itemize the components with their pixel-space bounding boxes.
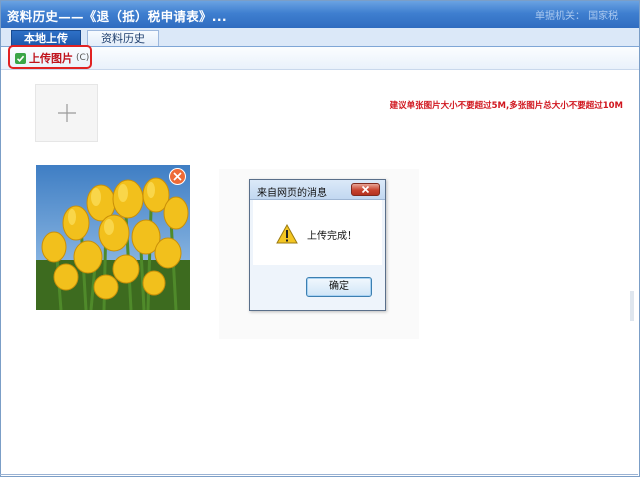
ok-button[interactable]: 确定 — [306, 277, 372, 297]
toolbar: 上传图片 (C) 建议单张图片大小不要超过5M,多张图片总大小不要超过10M — [1, 47, 639, 111]
tab-local-upload[interactable]: 本地上传 — [11, 30, 81, 46]
window-title: 资料历史——《退（抵）税申请表》... — [7, 9, 227, 24]
bottom-border — [0, 474, 638, 475]
dialog-body: 上传完成！ — [253, 200, 382, 265]
dialog-title: 来自网页的消息 — [257, 188, 327, 199]
plus-icon — [58, 104, 76, 122]
uploaded-image-thumbnail — [36, 165, 190, 310]
tab-material-history[interactable]: 资料历史 — [87, 30, 159, 46]
scroll-edge — [630, 291, 634, 321]
add-image-tile[interactable] — [35, 84, 98, 142]
title-bar: 资料历史——《退（抵）税申请表》... 单据机关： 国家税 — [1, 1, 639, 28]
highlight-box — [8, 45, 92, 69]
warning-icon — [276, 224, 298, 244]
dialog-title-bar: 来自网页的消息 — [250, 180, 385, 200]
message-dialog: 来自网页的消息 上传完成！ 确定 — [249, 179, 386, 311]
close-icon — [361, 185, 370, 194]
title-right-text: 单据机关： 国家税 — [535, 11, 619, 22]
tab-strip: 本地上传 资料历史 — [1, 28, 639, 47]
size-hint: 建议单张图片大小不要超过5M,多张图片总大小不要超过10M — [389, 101, 623, 111]
dialog-close-button[interactable] — [351, 183, 380, 196]
close-icon — [173, 172, 182, 181]
dialog-message: 上传完成！ — [307, 231, 357, 242]
remove-image-button[interactable] — [169, 168, 186, 185]
